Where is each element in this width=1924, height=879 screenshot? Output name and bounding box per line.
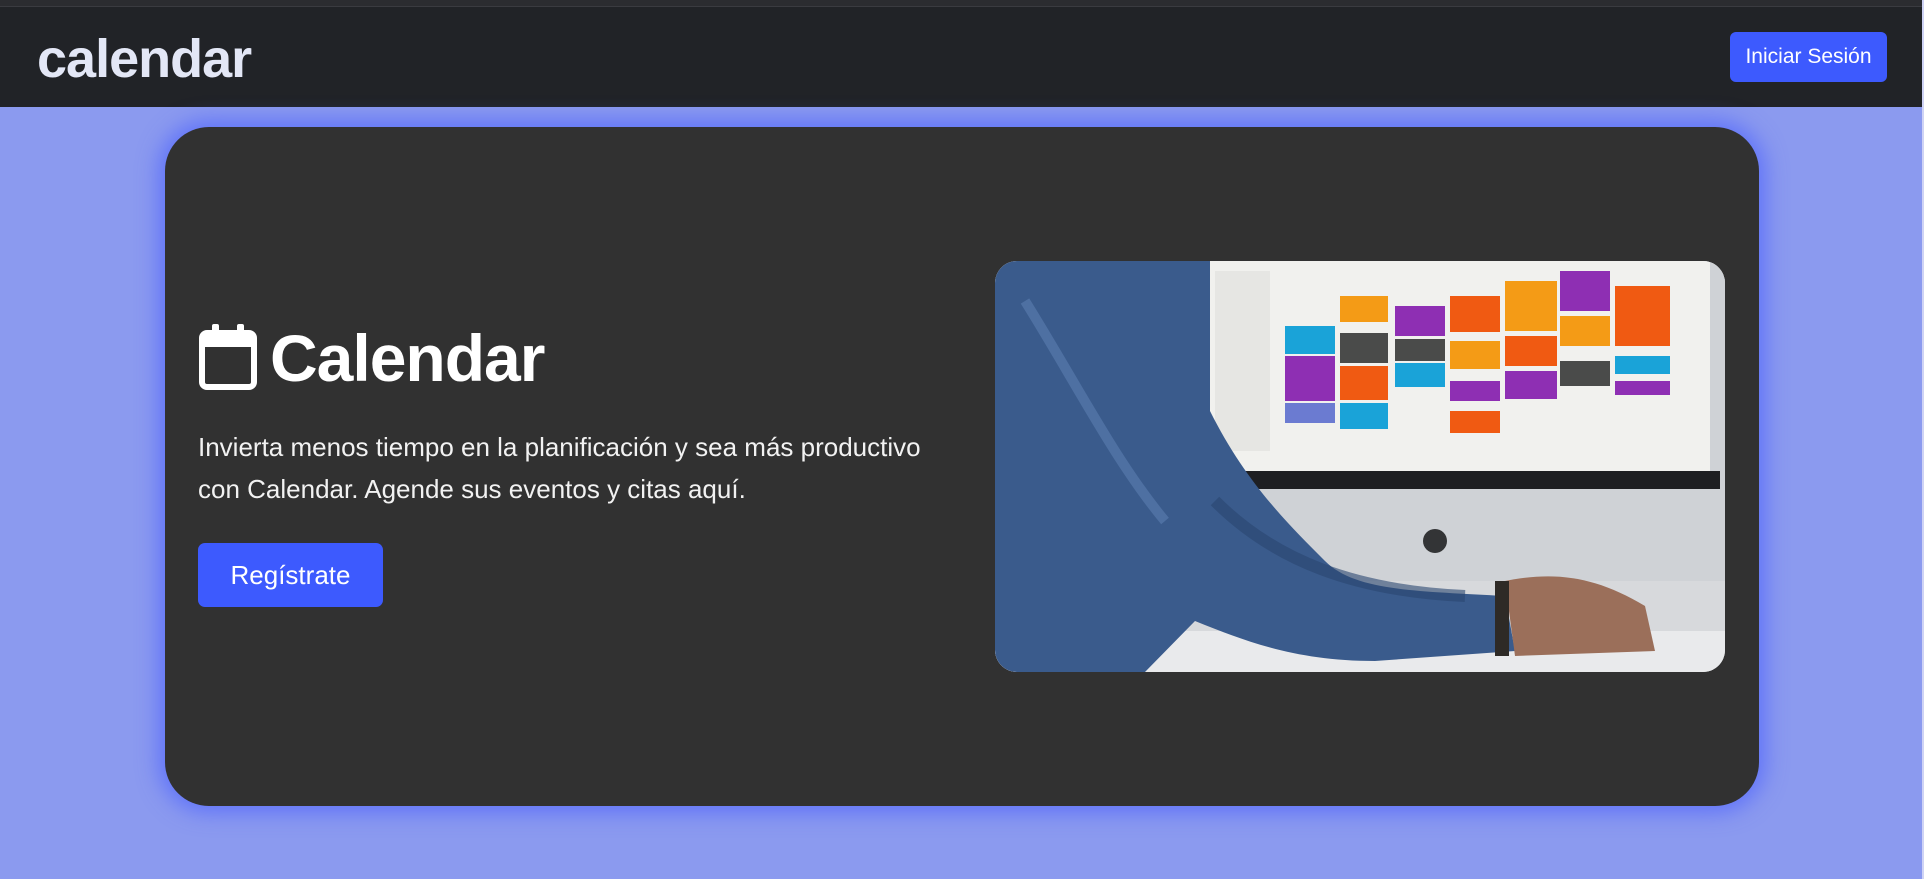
- hero-title: Calendar: [270, 321, 545, 395]
- hero-image: [995, 261, 1725, 672]
- navbar: calendar Iniciar Sesión: [0, 7, 1924, 107]
- calendar-icon: [198, 321, 258, 396]
- brand-logo[interactable]: calendar: [37, 29, 252, 89]
- register-button[interactable]: Regístrate: [198, 543, 383, 607]
- hero-heading: Calendar: [198, 321, 545, 396]
- hero-card: Calendar Invierta menos tiempo en la pla…: [165, 127, 1759, 806]
- window-top-strip: [0, 0, 1924, 7]
- hero-description: Invierta menos tiempo en la planificació…: [198, 432, 921, 504]
- login-button[interactable]: Iniciar Sesión: [1730, 32, 1887, 82]
